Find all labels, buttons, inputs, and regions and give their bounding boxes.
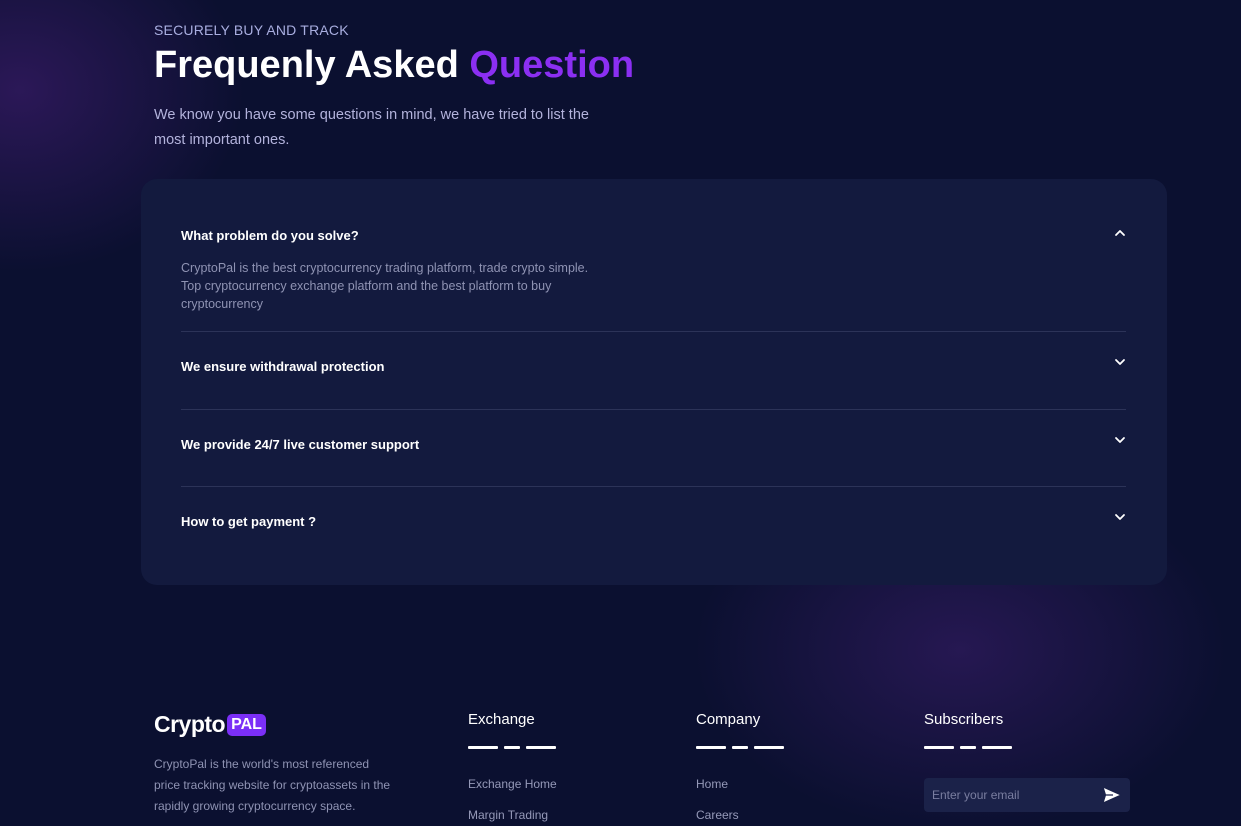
title-accent: Question — [469, 44, 635, 86]
faq-divider — [181, 331, 1126, 332]
faq-question[interactable]: How to get payment ? — [181, 514, 316, 529]
footer-column-subscribers: Subscribers — [924, 711, 1012, 749]
chevron-down-icon[interactable] — [1114, 434, 1126, 446]
page: SECURELY BUY AND TRACK Frequenly Asked Q… — [0, 0, 1241, 826]
faq-divider — [181, 486, 1126, 487]
heading-underline — [696, 746, 784, 749]
footer-link[interactable]: Exchange Home — [468, 777, 557, 808]
chevron-down-icon[interactable] — [1114, 511, 1126, 523]
faq-divider — [181, 409, 1126, 410]
title-main: Frequenly Asked — [154, 44, 459, 86]
heading-underline — [924, 746, 1012, 749]
faq-item[interactable]: What problem do you solve? CryptoPal is … — [181, 227, 1126, 317]
footer-heading-exchange: Exchange — [468, 711, 535, 728]
footer-about: CryptoPal is the world's most referenced… — [154, 757, 391, 813]
section-subtitle: We know you have some questions in mind,… — [154, 107, 589, 148]
heading-underline — [468, 746, 557, 749]
faq-answer: CryptoPal is the best cryptocurrency tra… — [181, 261, 589, 311]
faq-question[interactable]: What problem do you solve? — [181, 228, 359, 243]
email-input[interactable] — [932, 778, 1097, 812]
chevron-down-icon[interactable] — [1114, 356, 1126, 368]
footer-logo[interactable]: Crypto PAL — [154, 711, 266, 738]
faq-item[interactable]: We ensure withdrawal protection — [181, 359, 1126, 379]
section-eyebrow: SECURELY BUY AND TRACK — [154, 22, 349, 38]
logo-badge: PAL — [227, 713, 266, 736]
faq-item[interactable]: How to get payment ? — [181, 514, 1126, 534]
faq-question[interactable]: We provide 24/7 live customer support — [181, 437, 419, 452]
send-icon[interactable] — [1102, 786, 1122, 804]
footer-link[interactable]: Margin Trading — [468, 808, 557, 826]
footer-link[interactable]: Careers — [696, 808, 784, 826]
logo-text: Crypto — [154, 711, 226, 737]
footer-column-company: Company Home Careers — [696, 711, 784, 826]
subscribe-form — [924, 778, 1130, 812]
faq-accordion: What problem do you solve? CryptoPal is … — [141, 179, 1167, 585]
page-title: Frequenly Asked Question — [154, 44, 634, 87]
footer-heading-company: Company — [696, 711, 761, 728]
footer-column-exchange: Exchange Exchange Home Margin Trading — [468, 711, 557, 826]
faq-question[interactable]: We ensure withdrawal protection — [181, 359, 384, 374]
chevron-up-icon[interactable] — [1114, 227, 1126, 239]
footer-heading-subscribers: Subscribers — [924, 711, 1004, 728]
faq-item[interactable]: We provide 24/7 live customer support — [181, 437, 1126, 457]
footer-link[interactable]: Home — [696, 777, 784, 808]
